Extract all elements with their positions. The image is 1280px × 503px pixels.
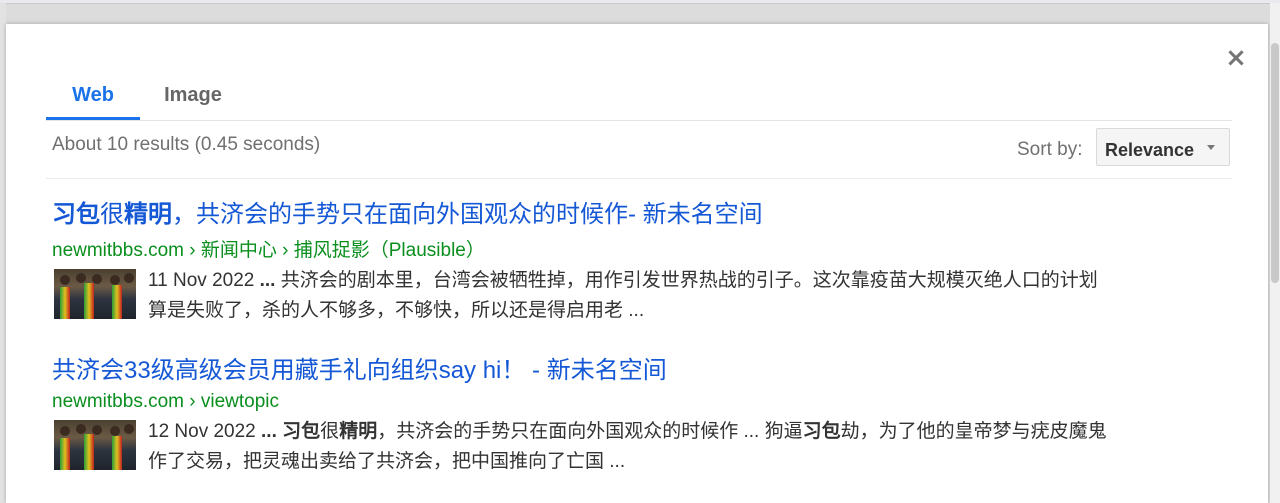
chevron-down-icon [1207,145,1215,150]
sort-dropdown[interactable]: Relevance [1096,128,1230,166]
snippet-highlight: 习包 [802,421,841,442]
result-snippet: 12 Nov 2022 ... 习包很精明，共济会的手势只在面向外国观众的时候作… [148,417,1208,477]
search-result: 习包很精明，共济会的手势只在面向外国观众的时候作- 新未名空间 newmitbb… [52,194,1098,322]
sort-label: Sort by: [1017,139,1083,160]
page-scrollbar[interactable] [1270,3,1280,503]
header-divider [46,178,1232,179]
result-url[interactable]: newmitbbs.com › 新闻中心 › 捕风捉影（Plausible） [52,235,763,262]
result-title-link[interactable]: 习包很精明，共济会的手势只在面向外国观众的时候作- 新未名空间 [52,194,763,229]
snippet-ellipsis: ... [261,421,277,442]
result-thumbnail[interactable] [54,269,136,319]
title-highlight: 精明 [124,201,172,228]
results-stats: About 10 results (0.45 seconds) [52,134,321,155]
title-text: ，共济会的手势只在面向外国观众的时候作- 新未名空间 [172,201,763,228]
tab-image[interactable]: Image [146,80,240,120]
browser-top-edge [0,0,1280,4]
snippet-text: 劫，为了他的皇帝梦与疣皮魔鬼 [840,421,1107,442]
snippet-text: 共济会的剧本里，台湾会被牺牲掉，用作引发世界热战的引子。这次靠疫苗大规模灭绝人口… [280,270,1098,291]
scrollbar-thumb[interactable] [1271,43,1279,283]
snippet-text: 很 [320,421,340,442]
result-date: 11 Nov 2022 [148,270,255,291]
result-url[interactable]: newmitbbs.com › viewtopic [52,391,667,413]
sort-value: Relevance [1105,140,1195,160]
result-title-link[interactable]: 共济会33级高级会员用藏手礼向组织say hi！ - 新未名空间 [52,350,667,385]
close-icon[interactable]: × [1222,44,1250,72]
tabs-divider [46,120,1232,121]
result-body: 11 Nov 2022 ... 共济会的剧本里，台湾会被牺牲掉，用作引发世界热战… [52,266,1098,322]
result-body: 12 Nov 2022 ... 习包很精明，共济会的手势只在面向外国观众的时候作… [52,417,1107,473]
snippet-text: 作了交易，把灵魂出卖给了共济会，把中国推向了亡国 ... [148,451,626,472]
result-thumbnail[interactable] [54,420,136,470]
snippet-text: ，共济会的手势只在面向外国观众的时候作 ... 狗逼 [377,421,803,442]
tab-web[interactable]: Web [46,80,140,120]
search-result: 共济会33级高级会员用藏手礼向组织say hi！ - 新未名空间 newmitb… [52,350,1107,473]
title-highlight: 习包 [52,201,100,228]
snippet-text: 算是失败了，杀的人不够多，不够快，所以还是得启用老 ... [148,300,645,321]
snippet-highlight: 精明 [339,421,378,442]
snippet-ellipsis: ... [259,270,276,291]
title-text: 很 [100,201,124,228]
result-date: 12 Nov 2022 [148,421,256,442]
snippet-highlight: 习包 [282,421,321,442]
result-snippet: 11 Nov 2022 ... 共济会的剧本里，台湾会被牺牲掉，用作引发世界热战… [148,266,1208,326]
